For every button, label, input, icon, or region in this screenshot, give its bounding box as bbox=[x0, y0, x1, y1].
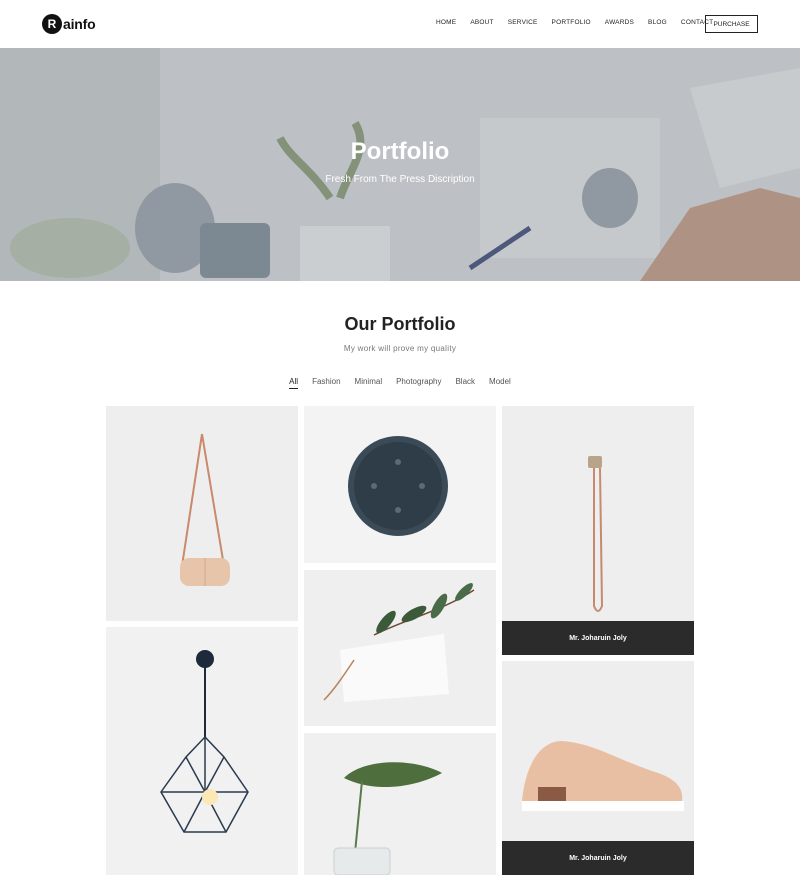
filter-minimal[interactable]: Minimal bbox=[355, 377, 383, 389]
bag-image bbox=[106, 406, 298, 621]
nav-awards[interactable]: Awards bbox=[605, 19, 634, 26]
portfolio-item-caption: Mr. Joharuin Joly bbox=[502, 841, 694, 875]
portfolio-item-eucalyptus-card[interactable] bbox=[304, 570, 496, 726]
logo[interactable]: R ainfo bbox=[42, 13, 96, 35]
portfolio-item-safety-pin[interactable]: Mr. Joharuin Joly bbox=[502, 406, 694, 655]
safety-pin-image bbox=[502, 406, 694, 621]
nav-home[interactable]: Home bbox=[436, 19, 456, 26]
nav-service[interactable]: Service bbox=[508, 19, 538, 26]
nav-about[interactable]: About bbox=[470, 19, 493, 26]
monstera-image bbox=[304, 733, 496, 875]
section-subtitle: My work will prove my quality bbox=[343, 344, 457, 353]
section-title: Our Portfolio bbox=[344, 314, 456, 334]
filter-all[interactable]: All bbox=[289, 377, 299, 389]
portfolio-item-caption: Mr. Joharuin Joly bbox=[502, 621, 694, 655]
logo-text: ainfo bbox=[63, 16, 96, 32]
filter-black[interactable]: Black bbox=[455, 377, 475, 389]
nav-blog[interactable]: Blog bbox=[648, 19, 667, 26]
lamp-image bbox=[106, 627, 298, 875]
site-header: R ainfo Home About Service Portfolio Awa… bbox=[0, 0, 800, 48]
hero-subtitle: Fresh From The Press Discription bbox=[325, 174, 475, 185]
main-nav: Home About Service Portfolio Awards Blog… bbox=[436, 19, 727, 26]
nav-portfolio[interactable]: Portfolio bbox=[552, 19, 591, 26]
portfolio-item-sneaker[interactable]: Mr. Joharuin Joly bbox=[502, 661, 694, 875]
filter-photography[interactable]: Photography bbox=[396, 377, 441, 389]
portfolio-filters: All Fashion Minimal Photography Black Mo… bbox=[0, 377, 800, 389]
filter-model[interactable]: Model bbox=[489, 377, 511, 389]
speaker-image bbox=[304, 406, 496, 563]
hero-title: Portfolio bbox=[350, 138, 450, 165]
filter-fashion[interactable]: Fashion bbox=[312, 377, 340, 389]
portfolio-item-monstera-vase[interactable] bbox=[304, 733, 496, 875]
purchase-button[interactable]: Purchase bbox=[705, 15, 758, 33]
eucalyptus-image bbox=[304, 570, 496, 726]
portfolio-item-smart-speaker[interactable] bbox=[304, 406, 496, 563]
portfolio-item-pendant-lamp[interactable] bbox=[106, 627, 298, 875]
portfolio-item-bag[interactable] bbox=[106, 406, 298, 621]
sneaker-image bbox=[502, 661, 694, 841]
hero-banner: Portfolio Fresh From The Press Discripti… bbox=[0, 48, 800, 281]
logo-badge: R bbox=[42, 14, 62, 34]
